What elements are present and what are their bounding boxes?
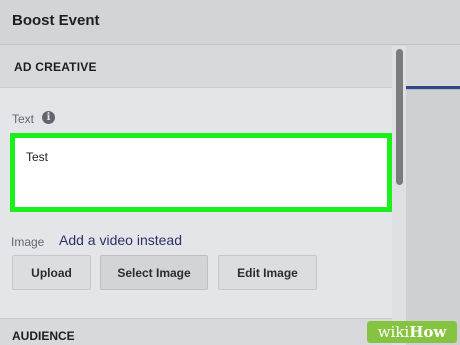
edit-image-button[interactable]: Edit Image xyxy=(218,255,317,290)
divider xyxy=(406,89,460,90)
watermark-wiki-text: wiki xyxy=(377,323,410,341)
select-image-button[interactable]: Select Image xyxy=(100,255,208,290)
audience-section-label: AUDIENCE xyxy=(12,329,75,343)
ad-text-input[interactable]: Test xyxy=(10,133,392,212)
wikihow-watermark-logo: wiki How xyxy=(367,321,457,343)
ad-creative-section-label: AD CREATIVE xyxy=(14,60,97,74)
dialog-header: Boost Event xyxy=(0,0,460,45)
info-icon[interactable]: i xyxy=(42,111,55,124)
upload-button[interactable]: Upload xyxy=(12,255,91,290)
dialog-title: Boost Event xyxy=(12,12,100,29)
ad-text-value: Test xyxy=(26,150,49,164)
watermark-how-text: How xyxy=(409,323,447,341)
background-panel xyxy=(406,46,460,345)
background-block xyxy=(406,46,460,86)
text-field-label: Text xyxy=(12,112,35,126)
audience-section-header[interactable]: AUDIENCE xyxy=(0,318,392,345)
image-field-label: Image xyxy=(11,235,45,249)
ad-creative-section-header[interactable]: AD CREATIVE xyxy=(0,46,392,88)
add-video-link[interactable]: Add a video instead xyxy=(59,232,182,248)
scrollbar-thumb[interactable] xyxy=(396,49,403,185)
